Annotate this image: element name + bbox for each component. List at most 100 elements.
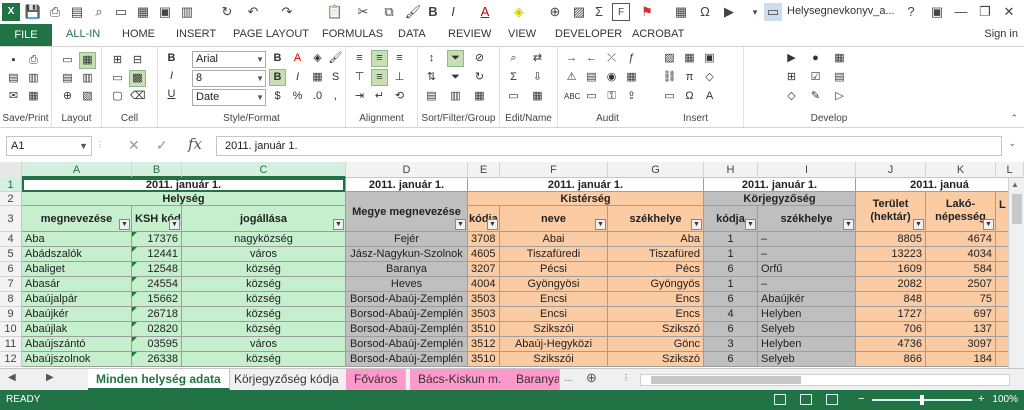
clear-filter-icon[interactable]: ⊘: [472, 51, 487, 66]
cell-kisterseg-kod[interactable]: 4605: [468, 247, 500, 262]
group-icon[interactable]: ▤: [424, 89, 439, 104]
reapply-icon[interactable]: ↻: [472, 70, 487, 85]
cell-megye[interactable]: Borsod-Abaúj-Zemplén: [346, 322, 468, 337]
cell-megnevezes[interactable]: Abasár: [22, 277, 132, 292]
horizontal-scrollbar[interactable]: [640, 374, 1010, 386]
cell-jogallas[interactable]: község: [182, 292, 346, 307]
sign-in-link[interactable]: Sign in: [984, 28, 1018, 40]
tab-data[interactable]: DATA: [398, 28, 426, 40]
sum-icon[interactable]: Σ: [506, 70, 521, 85]
share-icon[interactable]: ⇪: [624, 89, 639, 104]
cell-korjegyzoseg-szekhely[interactable]: –: [758, 232, 856, 247]
font-name-combo[interactable]: Arial ▼: [192, 51, 266, 68]
italic-icon[interactable]: I: [444, 3, 462, 21]
cell-a3[interactable]: megnevezése ▼: [22, 206, 132, 232]
textbox-icon[interactable]: ▭: [662, 89, 677, 104]
align-middle-icon[interactable]: ≡: [371, 69, 388, 86]
cell-ksh-kod[interactable]: 24554: [132, 277, 182, 292]
cell-jogallas[interactable]: község: [182, 277, 346, 292]
cell-ksh-kod[interactable]: 15662: [132, 292, 182, 307]
tab-splitter-icon[interactable]: ⋮: [622, 373, 630, 382]
column-header-g[interactable]: G: [608, 162, 704, 178]
advanced-filter-icon[interactable]: ⏷: [448, 70, 463, 85]
cell-ksh-kod[interactable]: 12441: [132, 247, 182, 262]
border-icon[interactable]: ▢: [110, 89, 125, 104]
normal-view-button[interactable]: [774, 394, 786, 405]
italic-button[interactable]: I: [290, 70, 305, 85]
filter-dropdown-icon[interactable]: ▼: [691, 219, 702, 230]
cell-korjegyzoseg-szekhely[interactable]: Abaújkér: [758, 292, 856, 307]
cell-lakonepesseg[interactable]: 4674: [926, 232, 996, 247]
replace-icon[interactable]: ⇄: [530, 51, 545, 66]
pdf-icon[interactable]: ▥: [26, 71, 41, 86]
error-check-icon[interactable]: ⚠: [564, 70, 579, 85]
bold-icon[interactable]: B: [164, 51, 179, 66]
cell-korjegyzoseg-kod[interactable]: 6: [704, 262, 758, 277]
wrap-icon[interactable]: ↵: [372, 89, 387, 104]
filter-dropdown-icon[interactable]: ▼: [745, 219, 756, 230]
find-icon[interactable]: ⌕: [90, 3, 108, 21]
setup-icon[interactable]: ▦: [26, 89, 41, 104]
row-header[interactable]: 1: [0, 178, 22, 192]
tab-review[interactable]: REVIEW: [448, 28, 491, 40]
fill-color-icon[interactable]: ◈: [510, 3, 528, 21]
cell-korjegyzoseg-kod[interactable]: 6: [704, 352, 758, 367]
cell-ksh-kod[interactable]: 26338: [132, 352, 182, 367]
zoom-icon[interactable]: ⊕: [546, 3, 564, 21]
row-header[interactable]: 11: [0, 337, 22, 352]
font-color-icon[interactable]: A: [290, 51, 305, 66]
help-icon[interactable]: ?: [900, 2, 922, 22]
tab-home[interactable]: HOME: [122, 28, 155, 40]
new-icon[interactable]: ▭: [112, 3, 130, 21]
vertical-scrollbar[interactable]: ▲: [1008, 178, 1024, 368]
cell-korjegyzoseg-szekhely[interactable]: Helyben: [758, 337, 856, 352]
cell-korjegyzoseg-kod[interactable]: 6: [704, 292, 758, 307]
cell-kisterseg-kod[interactable]: 3503: [468, 307, 500, 322]
cell-korjegyzoseg-szekhely[interactable]: –: [758, 277, 856, 292]
cell-jogallas[interactable]: község: [182, 262, 346, 277]
cell-kisterseg-szekhely[interactable]: Szikszó: [608, 322, 704, 337]
table-insert-icon[interactable]: ▦: [682, 51, 697, 66]
cell-megnevezes[interactable]: Abádszalók: [22, 247, 132, 262]
select-all-corner[interactable]: [0, 162, 22, 178]
cell-jogallas[interactable]: város: [182, 247, 346, 262]
cell-lakonepesseg[interactable]: 75: [926, 292, 996, 307]
sort-az-icon[interactable]: ⇅: [424, 70, 439, 85]
cell-kisterseg-kod[interactable]: 3512: [468, 337, 500, 352]
cell-b3[interactable]: KSH kódja▼: [132, 206, 182, 232]
cell-megye[interactable]: Baranya: [346, 262, 468, 277]
cell-g3[interactable]: székhelye ▼: [608, 206, 704, 232]
decimal-icon[interactable]: .0: [310, 89, 325, 104]
picture-icon[interactable]: ▣: [702, 51, 717, 66]
spelling-icon[interactable]: ABC: [564, 89, 580, 104]
align-left-icon[interactable]: ≡: [352, 51, 367, 66]
column-header-c[interactable]: C: [182, 162, 346, 178]
cell-lakonepesseg[interactable]: 2507: [926, 277, 996, 292]
cell-jogallas[interactable]: város: [182, 337, 346, 352]
tab-page-layout[interactable]: PAGE LAYOUT: [233, 28, 309, 40]
cell-korjegyzoseg-kod[interactable]: 4: [704, 307, 758, 322]
addin-icon[interactable]: ⊞: [784, 70, 799, 85]
cell-style-icon[interactable]: ▩: [129, 70, 146, 87]
name-icon[interactable]: ▭: [506, 89, 521, 104]
filter-dropdown-icon[interactable]: ▼: [169, 219, 180, 230]
filter-dropdown-icon[interactable]: ▼: [595, 219, 606, 230]
vba-icon[interactable]: ▦: [832, 51, 847, 66]
calc-options-icon[interactable]: ▦: [624, 70, 639, 85]
controls-icon[interactable]: ☑: [808, 70, 823, 85]
row-header[interactable]: 2: [0, 192, 22, 206]
cell-megnevezes[interactable]: Abaújalpár: [22, 292, 132, 307]
cut-icon[interactable]: ✂: [354, 3, 372, 21]
cell-kisterseg-neve[interactable]: Abai: [500, 232, 608, 247]
minimize-button[interactable]: —: [950, 2, 972, 22]
freeze-icon[interactable]: ▤: [60, 71, 75, 86]
cell-lakonepesseg[interactable]: 137: [926, 322, 996, 337]
cell-megye[interactable]: Jász-Nagykun-Szolnok: [346, 247, 468, 262]
record-icon[interactable]: ●: [808, 51, 823, 66]
xml-icon[interactable]: ◇: [784, 89, 799, 104]
cell-terulet[interactable]: 13223: [856, 247, 926, 262]
filter-dropdown-icon[interactable]: ▼: [487, 219, 498, 230]
fill-down-icon[interactable]: ⇩: [530, 70, 545, 85]
cell-kisterseg-szekhely[interactable]: Gyöngyös: [608, 277, 704, 292]
cell-korjegyzoseg-kod[interactable]: 6: [704, 322, 758, 337]
